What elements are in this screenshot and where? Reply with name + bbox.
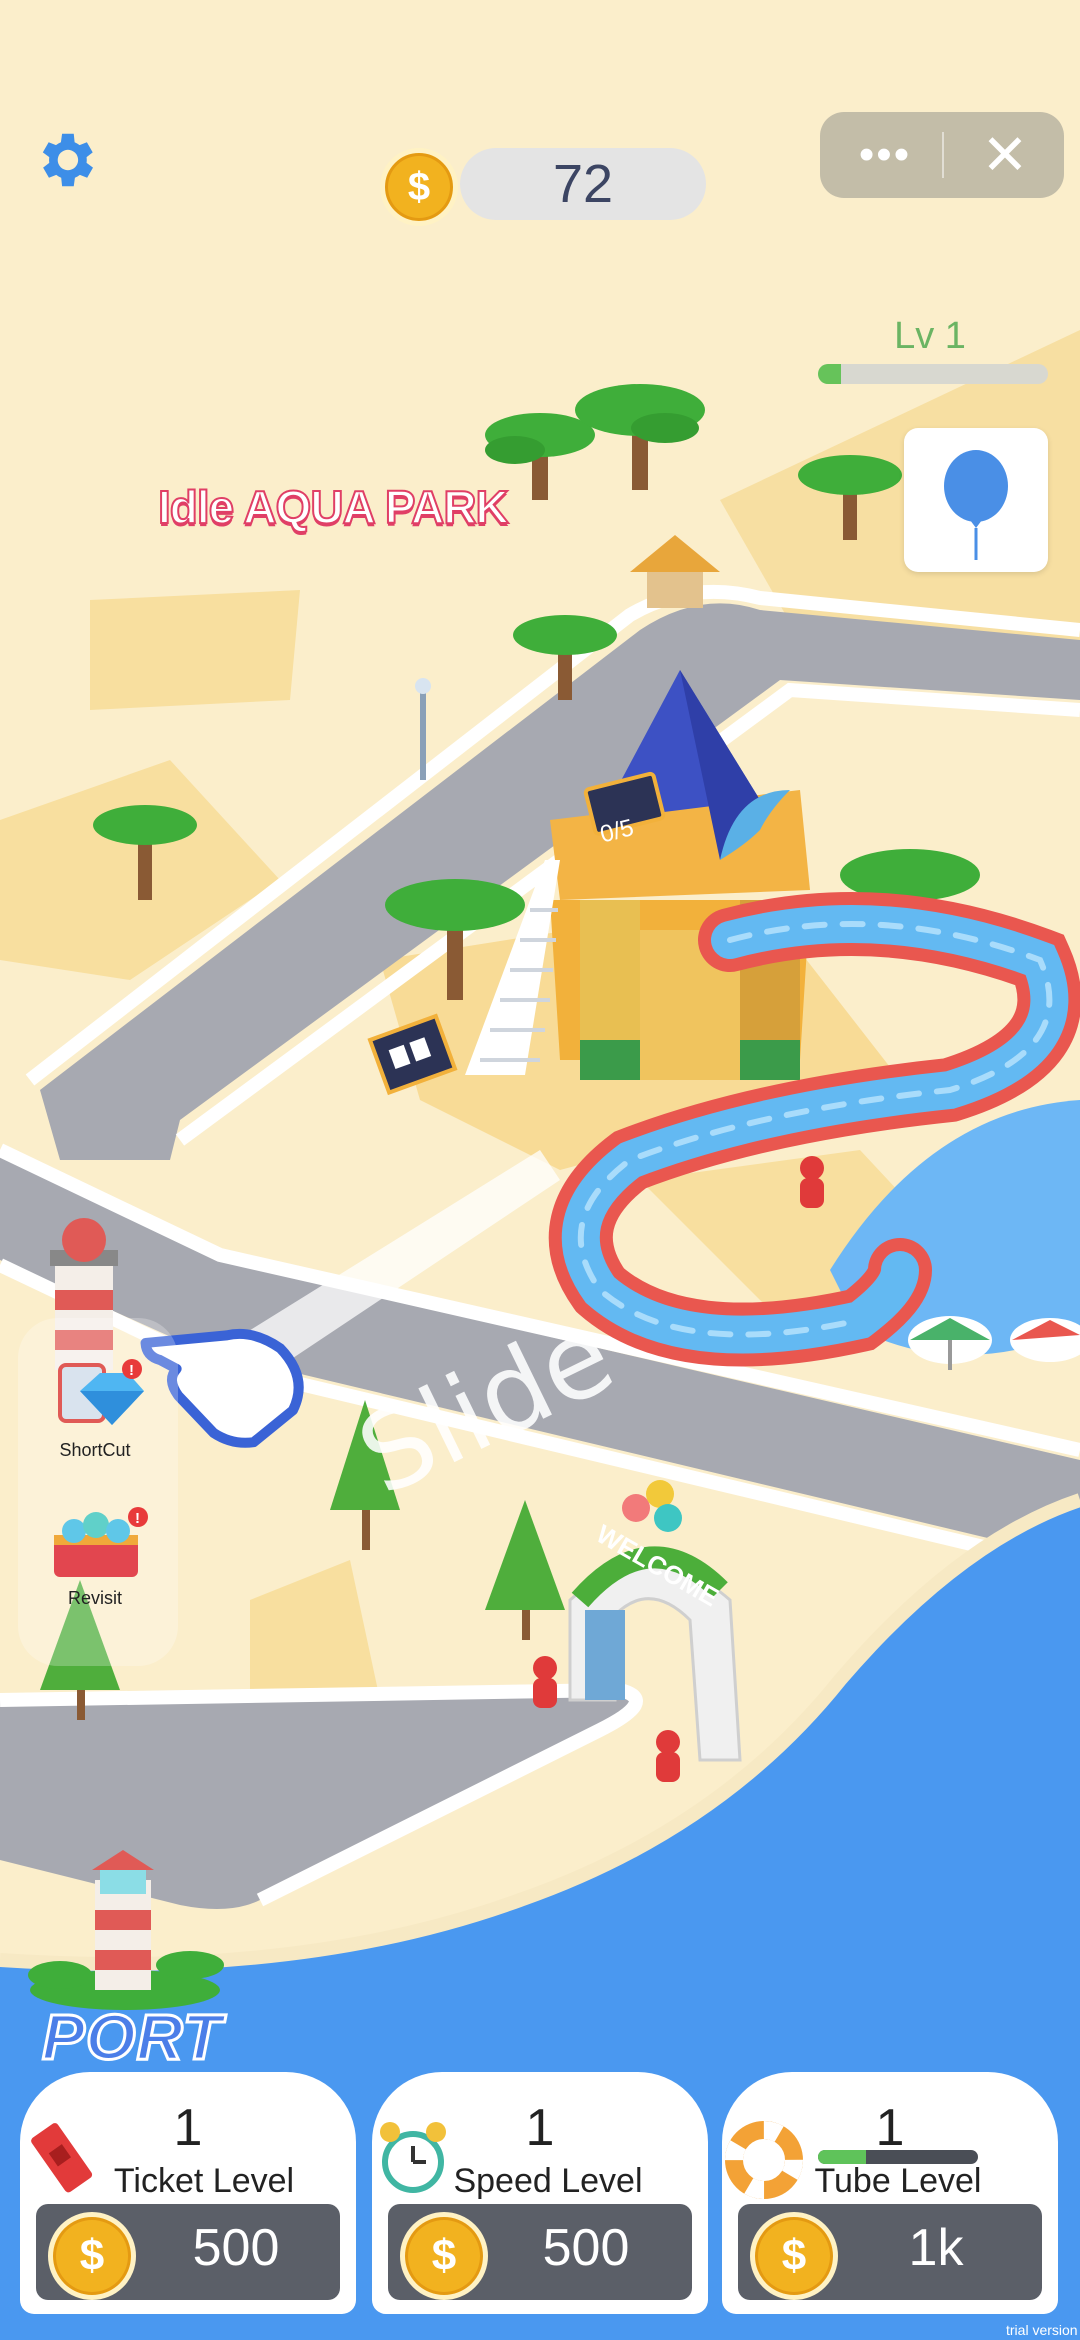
level-progress-fill: [818, 364, 841, 384]
more-menu-button[interactable]: •••: [825, 112, 945, 198]
coin-balance: 72: [460, 148, 706, 220]
visitor: [656, 1730, 680, 1782]
svg-text:!: !: [129, 1362, 134, 1379]
revisit-label: Revisit: [67, 1588, 122, 1608]
speed-upgrade-price: 500: [542, 2219, 630, 2277]
gem-chest-icon: !: [54, 1507, 148, 1577]
tube-upgrade-price: 1k: [908, 2219, 964, 2277]
tube-level-label: Tube Level: [814, 2162, 982, 2200]
port-button[interactable]: PORT: [41, 2000, 224, 2075]
ticket-level-value: 1: [173, 2099, 203, 2157]
ticket-upgrade-price: 500: [192, 2219, 280, 2277]
diamond-icon: !: [58, 1359, 144, 1425]
shortcut-button[interactable]: ! ShortCut: [40, 1355, 150, 1460]
svg-text:!: !: [135, 1510, 140, 1527]
visitor: [800, 1156, 824, 1208]
coin-icon: $: [400, 2212, 488, 2300]
tube-level-value: 1: [875, 2099, 905, 2157]
balloon-bonus-button[interactable]: [904, 428, 1048, 572]
capsule-divider: [942, 132, 944, 178]
revisit-button[interactable]: ! Revisit: [40, 1505, 150, 1608]
coin-icon: $: [48, 2212, 136, 2300]
trial-watermark: trial version: [1006, 2322, 1078, 2338]
sand-patch: [90, 590, 300, 710]
shortcut-label: ShortCut: [59, 1440, 131, 1460]
speed-level-value: 1: [525, 2099, 555, 2157]
balloon-icon: [944, 450, 1008, 560]
coin-icon: $: [380, 148, 458, 226]
ticket-level-label: Ticket Level: [113, 2162, 295, 2200]
level-progress-bar: [818, 364, 1048, 384]
park-title: Idle AQUA PARK: [157, 480, 510, 534]
coin-count: 72: [552, 154, 614, 214]
speed-level-label: Speed Level: [453, 2162, 643, 2200]
settings-gear-icon[interactable]: [30, 125, 100, 195]
close-button[interactable]: ✕: [950, 112, 1060, 198]
coin-icon: $: [750, 2212, 838, 2300]
visitor: [533, 1656, 557, 1708]
level-label: Lv 1: [894, 315, 966, 357]
